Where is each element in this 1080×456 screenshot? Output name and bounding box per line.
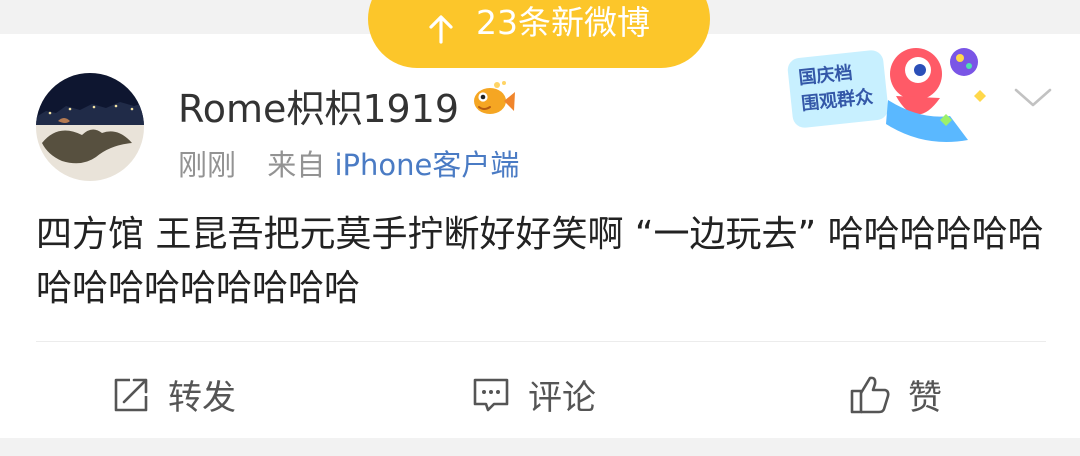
- repost-button[interactable]: 转发: [110, 366, 236, 422]
- divider: [36, 341, 1046, 342]
- post-text: 四方馆 王昆吾把元莫手拧断好好笑啊 “一边玩去” 哈哈哈哈哈哈 哈哈哈哈哈哈哈哈…: [36, 214, 1044, 309]
- avatar[interactable]: [36, 73, 144, 181]
- thumbs-up-icon: [848, 372, 892, 416]
- repost-icon: [110, 374, 152, 414]
- bottom-separator: [0, 438, 1080, 456]
- source-prefix: 来自: [267, 148, 326, 182]
- arrow-up-icon: [428, 14, 454, 44]
- new-posts-text: 23条新微博: [476, 3, 650, 42]
- like-button[interactable]: 赞: [848, 366, 942, 422]
- chevron-down-icon[interactable]: [1012, 84, 1054, 112]
- username[interactable]: Rome枳枳1919: [178, 78, 459, 133]
- comment-label: 评论: [528, 377, 596, 418]
- new-posts-pill[interactable]: 23条新微博: [368, 0, 710, 68]
- event-sticker[interactable]: 国庆档 围观群众: [784, 40, 1002, 150]
- post-meta: 刚刚 来自 iPhone客户端: [178, 142, 519, 184]
- like-label: 赞: [908, 377, 942, 418]
- repost-label: 转发: [168, 377, 236, 418]
- comment-button[interactable]: 评论: [470, 366, 596, 422]
- fish-badge-icon[interactable]: [470, 78, 516, 120]
- post-time: 刚刚: [178, 148, 237, 182]
- source-device-link[interactable]: iPhone客户端: [334, 148, 519, 182]
- comment-icon: [470, 374, 512, 414]
